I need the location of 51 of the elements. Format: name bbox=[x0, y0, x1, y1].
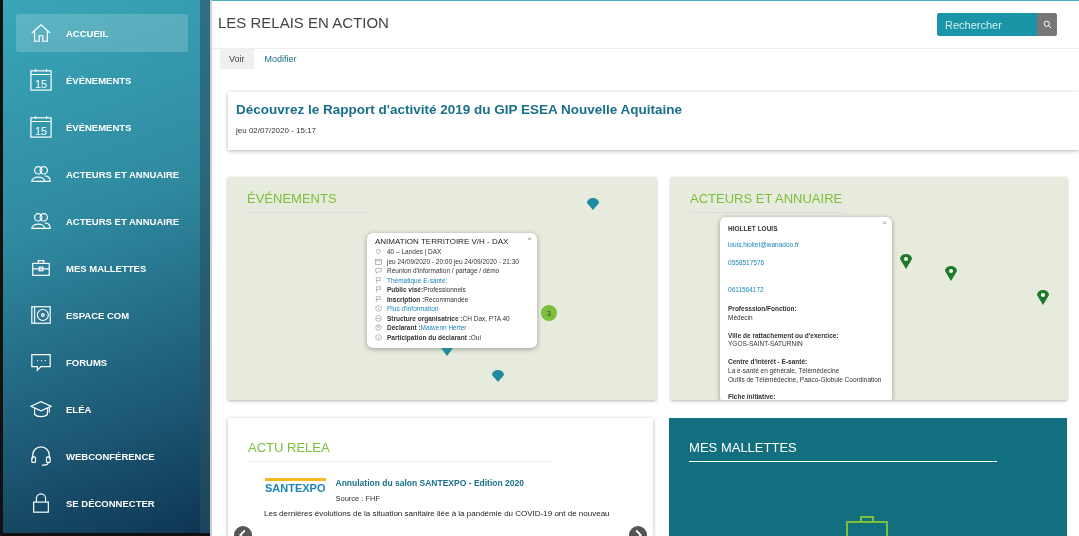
sidebar-item[interactable]: 15 ÉVÉNEMENTS bbox=[16, 61, 188, 99]
sidebar-item[interactable]: MES MALLETTES bbox=[16, 249, 188, 287]
headset-icon bbox=[30, 445, 52, 467]
article-title-link[interactable]: Découvrez le Rapport d'activité 2019 du GIP ESEA Nouvelle Aquitaine bbox=[236, 102, 1071, 117]
people-icon bbox=[30, 163, 52, 185]
graduation-cap-icon bbox=[30, 398, 52, 420]
tab[interactable]: Modifier bbox=[255, 49, 306, 69]
news-title-link[interactable]: Annulation du salon SANTEXPO - Edition 2020 bbox=[335, 478, 524, 488]
pin-icon bbox=[375, 248, 382, 256]
section-title: ACTU RELEA bbox=[248, 440, 553, 462]
news-excerpt: Les dernières évolutions de la situation sanitaire liée à la pandémie du COVID-19 ont de nouveau bbox=[264, 509, 611, 518]
sidebar-item[interactable]: ELÉA bbox=[16, 390, 188, 428]
chat-icon bbox=[30, 351, 52, 373]
article-date: jeu 02/07/2020 - 15:17 bbox=[236, 126, 318, 135]
scrollbar[interactable] bbox=[200, 0, 210, 533]
building-icon bbox=[375, 314, 382, 322]
close-button[interactable]: × bbox=[527, 234, 532, 243]
map-marker-icon[interactable] bbox=[899, 253, 914, 271]
section-title: MES MALLETTES bbox=[689, 440, 998, 462]
sidebar-item[interactable]: ACCUEIL bbox=[16, 14, 188, 52]
santexpo-logo: SANTEXPO bbox=[265, 478, 326, 494]
sidebar-item[interactable]: 15 ÉVÉNEMENTS bbox=[16, 108, 188, 146]
home-icon bbox=[30, 22, 52, 44]
person-icon bbox=[375, 324, 382, 332]
search-box[interactable]: Rechercher bbox=[937, 13, 1057, 36]
lock-icon bbox=[30, 492, 52, 514]
people-icon bbox=[30, 210, 52, 232]
chat-icon bbox=[375, 267, 382, 275]
map-marker-icon[interactable] bbox=[944, 265, 959, 283]
calendar-icon bbox=[375, 257, 382, 265]
info-icon bbox=[375, 305, 382, 313]
briefcase-icon bbox=[30, 257, 52, 279]
sidebar-item[interactable]: ACTEURS ET ANNUAIRE bbox=[16, 155, 188, 193]
sidebar-item[interactable]: ESPACE COM bbox=[16, 296, 188, 334]
page-title: LES RELAIS EN ACTION bbox=[218, 14, 389, 31]
info-icon bbox=[375, 333, 382, 341]
section-title: ACTEURS ET ANNUAIRE bbox=[690, 191, 843, 213]
sidebar-item[interactable]: SE DÉCONNECTER bbox=[16, 484, 188, 522]
sidebar-item[interactable]: WEBCONFÉRENCE bbox=[16, 437, 188, 475]
map-marker-icon[interactable] bbox=[1036, 289, 1051, 307]
close-button[interactable]: × bbox=[882, 218, 888, 227]
popup-title: ANIMATION TERRITOIRE V/H - DAX bbox=[375, 237, 510, 246]
calendar-icon: 15 bbox=[30, 116, 52, 138]
briefcase-icon bbox=[845, 516, 890, 536]
sidebar-item[interactable]: ACTEURS ET ANNUAIRE bbox=[16, 202, 188, 240]
sidebar-item[interactable]: FORUMS bbox=[16, 343, 188, 381]
calendar-icon: 15 bbox=[30, 69, 52, 91]
search-button[interactable] bbox=[1037, 13, 1057, 36]
tab[interactable]: Voir bbox=[220, 49, 254, 69]
section-title: ÉVÉNEMENTS bbox=[247, 191, 367, 213]
search-icon bbox=[1042, 20, 1052, 29]
